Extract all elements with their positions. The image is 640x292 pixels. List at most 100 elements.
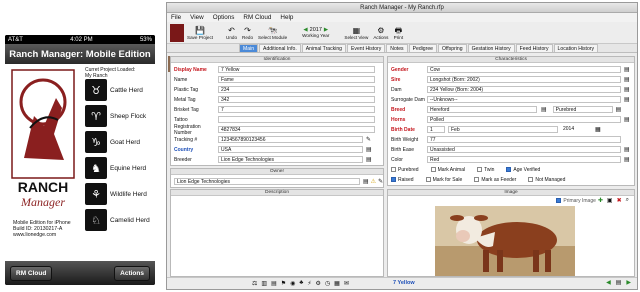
undo-button[interactable]: ↶ Undo (226, 26, 237, 40)
save-project-button[interactable]: 💾 Save Project (187, 26, 213, 40)
birth-year-value[interactable]: 2014 (561, 126, 595, 133)
tab-offspring[interactable]: Offspring (438, 44, 467, 52)
lookup-icon[interactable]: ▤ (624, 96, 630, 103)
herd-camelid[interactable]: ♘ Camelid Herd (85, 208, 155, 232)
chart-icon[interactable]: ▤ (271, 280, 277, 287)
calendar-icon[interactable]: ▦ (595, 126, 601, 133)
print-button[interactable]: 🖶 Print (393, 26, 403, 40)
next-record-icon[interactable]: ▶ (626, 279, 631, 286)
purebred-select[interactable]: Purebred (552, 106, 613, 113)
tag-icon[interactable]: ⚑ (281, 280, 286, 287)
tracking-number-input[interactable]: 1234567890123456 (218, 136, 363, 143)
bolt-icon[interactable]: ⚡ (307, 280, 311, 287)
gender-select[interactable]: Cow (427, 66, 621, 73)
edit-icon[interactable]: ✎ (366, 136, 371, 143)
lookup-icon[interactable]: ▤ (624, 156, 630, 163)
dam-select[interactable]: 234 Yellow (Born: 2004) (427, 86, 621, 93)
rm-cloud-button[interactable]: RM Cloud (10, 265, 53, 281)
birth-ease-select[interactable]: Unassisted (427, 146, 621, 153)
edit-icon[interactable]: ✎ (378, 178, 383, 185)
name-input[interactable]: Fame (218, 76, 375, 83)
mark-animal-checkbox[interactable]: Mark Animal (430, 167, 465, 173)
calendar-icon[interactable]: ▦ (334, 280, 340, 287)
tab-animal-tracking[interactable]: Animal Tracking (301, 44, 346, 52)
plastic-tag-input[interactable]: 234 (218, 86, 375, 93)
surrogate-dam-select[interactable]: --Unknown-- (427, 96, 621, 103)
tab-notes[interactable]: Notes (386, 44, 408, 52)
zoom-image-icon[interactable]: ⌕ (626, 197, 629, 204)
tree-icon[interactable]: ♣ (299, 280, 303, 287)
metal-tag-input[interactable]: 342 (218, 96, 375, 103)
lookup-icon[interactable]: ▤ (624, 86, 630, 93)
working-year-control[interactable]: ◀ 2017 ▶ Working Year (302, 27, 329, 38)
tab-location-history[interactable]: Location History (553, 44, 599, 52)
lookup-icon[interactable]: ▤ (366, 146, 372, 153)
lookup-icon[interactable]: ▤ (366, 156, 372, 163)
barcode-icon[interactable]: ▥ (261, 280, 267, 287)
select-view-button[interactable]: ▦ Select View (344, 26, 368, 40)
raised-checkbox[interactable]: Raised (391, 177, 414, 183)
age-verified-checkbox[interactable]: Age Verified (506, 167, 540, 173)
herd-cattle[interactable]: ♉ Cattle Herd (85, 78, 155, 102)
herd-wildlife[interactable]: ⚘ Wildlife Herd (85, 182, 155, 206)
herd-goat[interactable]: ♑ Goat Herd (85, 130, 155, 154)
herd-label: Cattle Herd (110, 86, 143, 94)
tab-gestation-history[interactable]: Gestation History (467, 44, 515, 52)
warning-icon[interactable]: ⚠ (371, 178, 376, 185)
actions-button[interactable]: Actions (114, 265, 150, 281)
sire-select[interactable]: Longshot (Born: 2002) (427, 76, 621, 83)
display-name-input[interactable]: 7 Yellow (218, 66, 375, 73)
primary-image-checkbox[interactable] (556, 198, 562, 203)
open-image-icon[interactable]: ▣ (607, 197, 613, 204)
brisket-tag-input[interactable]: 7 (218, 106, 375, 113)
purebred-checkbox[interactable]: Purebred (391, 167, 419, 173)
select-module-button[interactable]: 🐄 Select Module (258, 26, 287, 40)
tab-main[interactable]: Main (239, 44, 259, 52)
tab-additional-info[interactable]: Additional Info. (259, 44, 301, 52)
menu-options[interactable]: Options (213, 13, 235, 22)
clock-icon[interactable]: ◷ (325, 280, 330, 287)
record-list-icon[interactable]: ▤ (616, 279, 622, 286)
weight-icon[interactable]: ⚖ (252, 280, 257, 287)
herd-sheep[interactable]: ♈ Sheep Flock (85, 104, 155, 128)
mark-for-sale-checkbox[interactable]: Mark for Sale (425, 177, 462, 183)
tab-event-history[interactable]: Event History (347, 44, 386, 52)
lookup-icon[interactable]: ▤ (624, 66, 630, 73)
not-managed-checkbox[interactable]: Not Managed (528, 177, 565, 183)
menu-help[interactable]: Help (280, 13, 293, 22)
herd-equine[interactable]: ♞ Equine Herd (85, 156, 155, 180)
lookup-icon[interactable]: ▤ (616, 106, 622, 113)
breed-select[interactable]: Hereford (427, 106, 537, 113)
color-select[interactable]: Red (427, 156, 621, 163)
description-textarea[interactable] (173, 198, 381, 274)
camera-icon[interactable]: ◉ (290, 280, 295, 287)
add-image-icon[interactable]: ✚ (598, 197, 603, 204)
menu-view[interactable]: View (190, 13, 204, 22)
menu-file[interactable]: File (171, 13, 181, 22)
breeder-select[interactable]: Lion Edge Technologies (218, 156, 363, 163)
horns-select[interactable]: Polled (427, 116, 621, 123)
menu-rm-cloud[interactable]: RM Cloud (243, 13, 271, 22)
lookup-icon[interactable]: ▤ (624, 116, 630, 123)
tab-pedigree[interactable]: Pedigree (408, 44, 437, 52)
redo-button[interactable]: ↷ Redo (242, 26, 253, 40)
tab-feed-history[interactable]: Feed History (515, 44, 553, 52)
previous-record-icon[interactable]: ◀ (606, 279, 611, 286)
lookup-icon[interactable]: ▤ (624, 146, 630, 153)
lookup-icon[interactable]: ▤ (624, 76, 630, 83)
actions-toolbar-button[interactable]: ⚙ Actions (373, 26, 388, 40)
gear-icon[interactable]: ⚙ (316, 280, 321, 287)
country-select[interactable]: USA (218, 146, 363, 153)
lookup-icon[interactable]: ▤ (541, 106, 547, 113)
birth-weight-input[interactable]: 77 (427, 136, 621, 143)
tattoo-input[interactable] (218, 116, 375, 123)
delete-image-icon[interactable]: ✖ (617, 197, 622, 204)
lookup-icon[interactable]: ▤ (363, 178, 369, 185)
twin-checkbox[interactable]: Twin (477, 167, 494, 173)
mark-as-feeder-checkbox[interactable]: Mark as Feeder (474, 177, 516, 183)
birth-month-select[interactable]: Feb (448, 126, 558, 133)
birth-day-input[interactable]: 1 (427, 126, 445, 133)
owner-select[interactable]: Lion Edge Technologies (174, 178, 360, 185)
registration-number-input[interactable]: 4827834 (218, 126, 375, 133)
note-icon[interactable]: ✉ (344, 280, 349, 287)
